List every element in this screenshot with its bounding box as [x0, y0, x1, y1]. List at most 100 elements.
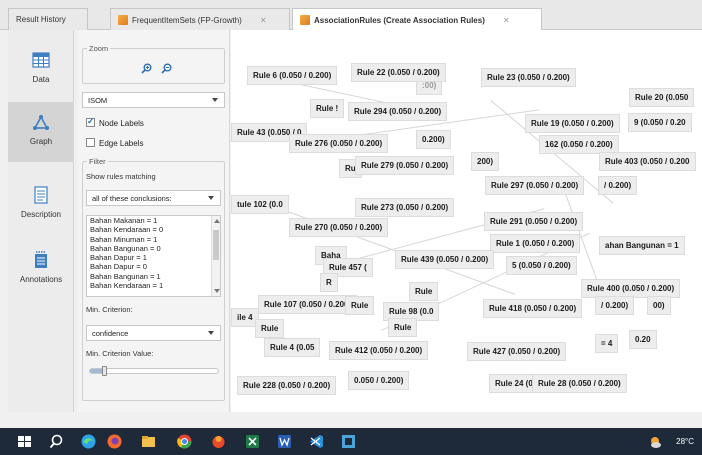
min-criterion-select[interactable]: confidence [86, 325, 221, 341]
checkbox-box[interactable] [86, 116, 95, 127]
graph-node[interactable]: Rule 273 (0.050 / 0.200) [355, 198, 455, 217]
tab-frequent-itemsets[interactable]: FrequentItemSets (FP-Growth) ✕ [110, 8, 290, 30]
list-item[interactable]: Bahan Minuman = 1 [87, 235, 220, 244]
graph-node[interactable]: Rule [409, 282, 439, 301]
graph-node[interactable]: / 0.200) [598, 176, 638, 195]
document-icon [34, 186, 48, 204]
graph-node[interactable]: Rule 279 (0.050 / 0.200) [355, 156, 455, 175]
graph-node[interactable]: Rule 427 (0.050 / 0.200) [467, 342, 567, 361]
graph-node[interactable]: Rule 294 (0.050 / 0.200) [348, 102, 448, 121]
graph-icon [33, 115, 49, 130]
nav-item-annotations[interactable]: Annotations [8, 240, 74, 300]
chevron-down-icon [212, 98, 218, 102]
graph-node[interactable]: Rule 6 (0.050 / 0.200) [247, 66, 338, 85]
node-labels-checkbox[interactable]: Node Labels [86, 116, 144, 128]
tab-association-rules[interactable]: AssociationRules (Create Association Rul… [292, 8, 542, 30]
list-item[interactable]: Bahan Bangunan = 0 [87, 244, 220, 253]
list-item[interactable]: Bahan Kendaraan = 1 [87, 281, 220, 290]
list-item[interactable]: Bahan Bangunan = 1 [87, 272, 220, 281]
status-strip [0, 412, 702, 428]
graph-node[interactable]: Rule 22 (0.050 / 0.200) [351, 63, 446, 82]
graph-node[interactable]: 0.200) [416, 130, 451, 149]
tab-result-history[interactable]: Result History [8, 8, 88, 30]
excel-icon[interactable] [244, 433, 261, 450]
graph-node[interactable]: Rule 23 (0.050 / 0.200) [481, 68, 576, 87]
scroll-down-icon[interactable] [214, 289, 220, 293]
firefox-icon[interactable] [106, 433, 123, 450]
chrome-icon[interactable] [176, 433, 193, 450]
list-item[interactable]: Bahan Kendaraan = 0 [87, 225, 220, 234]
graph-node[interactable]: 200) [471, 152, 500, 171]
layout-select[interactable]: ISOM [82, 92, 225, 108]
min-criterion-slider[interactable] [89, 366, 219, 376]
graph-node[interactable]: Rule 4 (0.05 [264, 338, 321, 357]
graph-node[interactable]: ahan Bangunan = 1 [599, 236, 685, 255]
list-item[interactable]: Bahan Dapur = 1 [87, 253, 220, 262]
word-icon[interactable] [276, 433, 293, 450]
search-icon[interactable] [48, 433, 65, 450]
nav-item-data[interactable]: Data [8, 40, 74, 100]
application-window: Result History FrequentItemSets (FP-Grow… [0, 0, 702, 455]
zoom-in-icon[interactable] [141, 63, 152, 74]
graph-node[interactable]: Rule [345, 296, 375, 315]
graph-node[interactable]: Rule 412 (0.050 / 0.200) [329, 341, 429, 360]
windows-start-icon[interactable] [16, 433, 33, 450]
graph-node[interactable]: Rule [388, 318, 418, 337]
graph-node[interactable]: R [320, 273, 338, 292]
graph-node[interactable]: Rule 20 (0.050 [629, 88, 695, 107]
graph-node[interactable]: = 4 [595, 334, 619, 353]
graph-node[interactable]: Rule 403 (0.050 / 0.200 [599, 152, 696, 171]
graph-node[interactable]: Rule 107 (0.050 / 0.200) [258, 295, 358, 314]
nav-item-description[interactable]: Description [8, 175, 74, 235]
list-item[interactable]: Bahan Makanan = 1 [87, 216, 220, 225]
close-icon[interactable]: ✕ [503, 16, 510, 25]
zoom-group: Zoom [82, 44, 225, 84]
file-explorer-icon[interactable] [140, 433, 157, 450]
graph-node[interactable]: 9 (0.050 / 0.20 [628, 113, 692, 132]
min-criterion-value: confidence [92, 329, 129, 338]
min-criterion-label: Min. Criterion: [86, 305, 133, 314]
rule-graph-canvas[interactable]: :00) Rule 6 (0.050 / 0.200) Rule 22 (0.0… [231, 30, 702, 412]
graph-node[interactable]: Rule 28 (0.050 / 0.200) [532, 374, 627, 393]
graph-node[interactable]: Rule 19 (0.050 / 0.200) [525, 114, 620, 133]
graph-node[interactable]: tule 102 (0.0 [231, 195, 289, 214]
graph-node[interactable]: Rule 291 (0.050 / 0.200) [484, 212, 584, 231]
show-rules-label: Show rules matching [86, 172, 156, 181]
app-icon[interactable] [210, 433, 227, 450]
vscode-icon[interactable] [308, 433, 325, 450]
graph-node[interactable]: 5 (0.050 / 0.200) [506, 256, 577, 275]
graph-node[interactable]: 00) [647, 296, 671, 315]
edge-browser-icon[interactable] [80, 433, 97, 450]
graph-node[interactable]: Rule 439 (0.050 / 0.200) [395, 250, 495, 269]
scroll-thumb[interactable] [213, 230, 219, 260]
edge-labels-checkbox[interactable]: Edge Labels [86, 138, 143, 148]
graph-node[interactable]: Rule 228 (0.050 / 0.200) [237, 376, 337, 395]
graph-node[interactable]: Rule ! [310, 99, 345, 118]
results-icon [118, 15, 128, 25]
close-icon[interactable]: ✕ [260, 16, 267, 25]
graph-node[interactable]: Rule 276 (0.050 / 0.200) [289, 134, 389, 153]
graph-node[interactable]: Rule 1 (0.050 / 0.200) [490, 234, 581, 253]
checkbox-box[interactable] [86, 138, 95, 147]
rapidminer-icon[interactable] [340, 433, 357, 450]
nav-item-label: Description [20, 210, 61, 219]
tab-label: Result History [16, 15, 66, 24]
conclusions-scrollbar[interactable] [211, 216, 220, 296]
graph-node[interactable]: Rule 270 (0.050 / 0.200) [289, 218, 389, 237]
graph-node[interactable]: 0.20 [629, 330, 657, 349]
slider-handle[interactable] [102, 366, 108, 376]
min-criterion-value-label: Min. Criterion Value: [86, 349, 154, 358]
graph-node[interactable]: Rule [255, 319, 285, 338]
graph-node[interactable]: Rule 418 (0.050 / 0.200) [483, 299, 583, 318]
list-item[interactable]: Bahan Dapur = 0 [87, 262, 220, 271]
graph-node[interactable]: Rule 297 (0.050 / 0.200) [485, 176, 585, 195]
scroll-up-icon[interactable] [214, 219, 220, 223]
graph-node[interactable]: / 0.200) [595, 296, 635, 315]
graph-node[interactable]: 0.050 / 0.200) [348, 371, 410, 390]
annotations-icon [35, 251, 47, 268]
zoom-legend: Zoom [87, 44, 111, 53]
nav-item-graph[interactable]: Graph [8, 102, 74, 162]
match-mode-select[interactable]: all of these conclusions: [86, 190, 221, 206]
zoom-out-icon[interactable] [161, 63, 172, 74]
conclusions-list[interactable]: Bahan Makanan = 1 Bahan Kendaraan = 0 Ba… [86, 215, 221, 297]
